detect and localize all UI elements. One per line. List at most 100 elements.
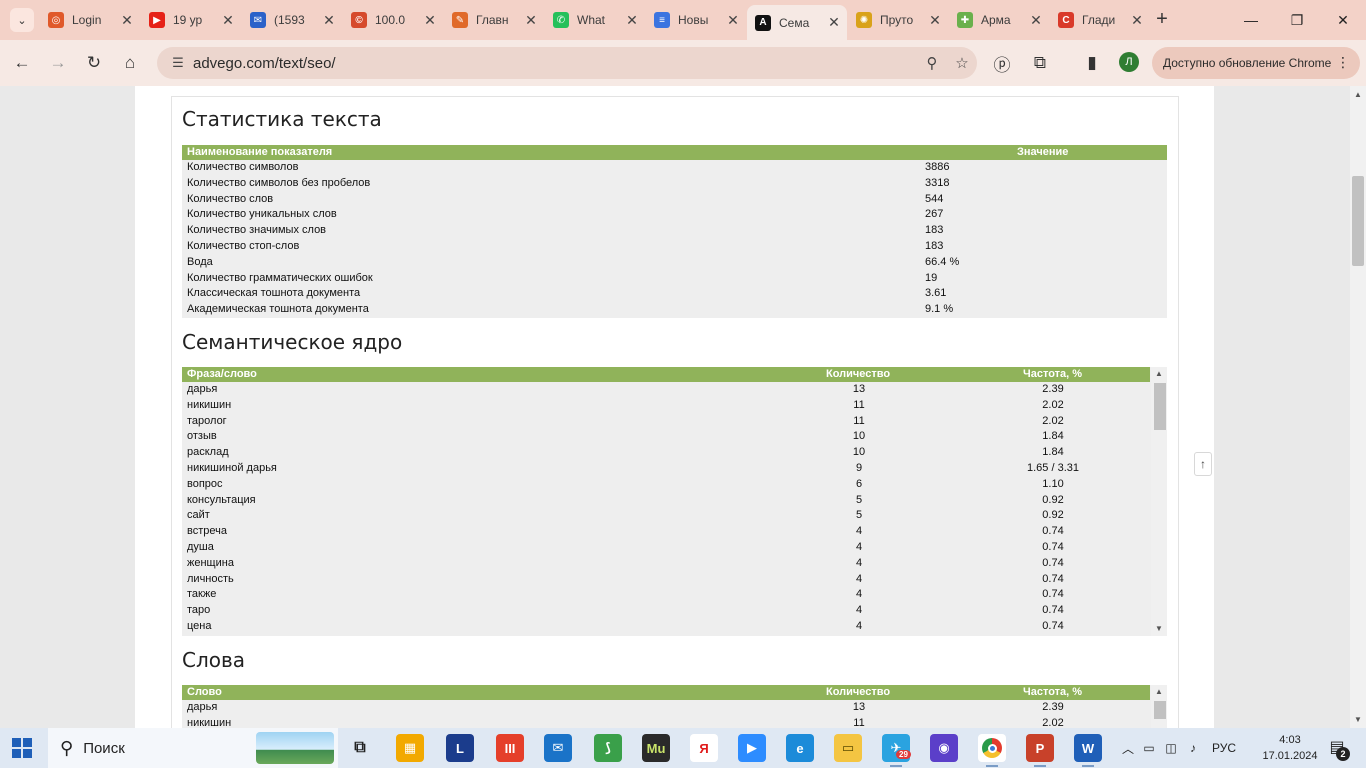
tab-close-icon[interactable]: ✕ — [625, 12, 639, 29]
page-scroll-down-icon[interactable]: ▼ — [1350, 715, 1366, 724]
browser-tab[interactable]: ✚ Арма ✕ — [949, 5, 1049, 35]
chrome-update-button[interactable]: Доступно обновление Chrome ⋮ — [1152, 47, 1360, 79]
browser-tab[interactable]: © 100.0 ✕ — [343, 5, 443, 35]
browser-tab[interactable]: ≡ Новы ✕ — [646, 5, 746, 35]
chrome-icon[interactable] — [978, 734, 1006, 767]
scroll-down-icon[interactable]: ▼ — [1151, 622, 1167, 636]
muse-icon[interactable]: Mu — [642, 734, 670, 762]
back-icon[interactable]: ← — [8, 49, 36, 77]
battery-icon[interactable]: ▭ — [1138, 741, 1160, 755]
extensions-icon[interactable]: ⧉ — [1026, 49, 1054, 77]
tab-close-icon[interactable]: ✕ — [1130, 12, 1144, 29]
language-indicator[interactable]: РУС — [1212, 741, 1236, 755]
semcore-title: Семантическое ядро — [182, 330, 403, 354]
bookmark-star-icon[interactable]: ☆ — [947, 54, 977, 72]
browser-tab[interactable]: ✎ Главн ✕ — [444, 5, 544, 35]
cell-freq: 1.65 / 3.31 — [1027, 461, 1079, 474]
task-view-icon[interactable]: ⧉ — [346, 734, 374, 762]
mail-icon[interactable]: ✉ — [544, 734, 572, 762]
address-bar[interactable]: ☰ advego.com/text/seo/ ⚲ ☆ — [157, 47, 977, 79]
tab-close-icon[interactable]: ✕ — [524, 12, 538, 29]
cell-phrase: отзыв — [187, 430, 217, 443]
browser-tab[interactable]: ◎ Login ✕ — [40, 5, 140, 35]
tab-close-icon[interactable]: ✕ — [120, 12, 134, 29]
browser-tab[interactable]: ✆ What ✕ — [545, 5, 645, 35]
tab-close-icon[interactable]: ✕ — [221, 12, 235, 29]
telegram-icon[interactable]: ✈ 29 — [882, 734, 911, 767]
side-panel-icon[interactable]: ▮ — [1078, 49, 1106, 77]
content-area: Статистика текста Наименование показател… — [135, 86, 1214, 728]
tab-close-icon[interactable]: ✕ — [928, 12, 942, 29]
app-iii-icon[interactable]: III — [496, 734, 524, 762]
semcore-scrollbar[interactable]: ▲ ▼ — [1151, 367, 1167, 636]
taskbar-search[interactable]: ⚲ Поиск — [48, 728, 338, 768]
new-tab-button[interactable]: + — [1150, 8, 1174, 32]
profile-avatar[interactable]: Л — [1119, 52, 1139, 72]
site-info-icon[interactable]: ☰ — [163, 55, 193, 71]
forward-icon[interactable]: → — [44, 49, 72, 77]
cell-count: 11 — [853, 414, 865, 427]
clock[interactable]: 4:03 17.01.2024 — [1262, 732, 1318, 764]
app-purple-icon[interactable]: ◉ — [930, 734, 958, 762]
cell-freq: 0.92 — [1042, 493, 1064, 506]
tab-close-icon[interactable]: ✕ — [423, 12, 437, 29]
words-scroll-thumb[interactable] — [1154, 701, 1166, 719]
cell-freq: 0.74 — [1042, 556, 1064, 569]
update-label: Доступно обновление Chrome — [1163, 56, 1332, 70]
app-l-icon[interactable]: L — [446, 734, 474, 762]
tab-close-icon[interactable]: ✕ — [1029, 12, 1043, 29]
browser-tab[interactable]: ✉ (1593 ✕ — [242, 5, 342, 35]
table-row: никишин 11 2.02 — [182, 716, 1150, 728]
scroll-to-top-button[interactable]: ↑ — [1194, 452, 1212, 476]
tab-close-icon[interactable]: ✕ — [322, 12, 336, 29]
file-explorer-icon[interactable]: ▭ — [834, 734, 862, 762]
tab-close-icon[interactable]: ✕ — [827, 14, 841, 31]
browser-tab[interactable]: A Сема ✕ — [747, 5, 847, 40]
network-icon[interactable]: ◫ — [1160, 741, 1182, 755]
browser-tab[interactable]: C Глади ✕ — [1050, 5, 1150, 35]
page-scrollbar[interactable]: ▲ ▼ — [1350, 86, 1366, 728]
words-header-count: Количество — [826, 686, 891, 698]
cell-freq: 1.10 — [1042, 477, 1064, 490]
zoom-app-icon[interactable]: ▶ — [738, 734, 766, 762]
table-row: цена 4 0.74 — [182, 619, 1150, 635]
semcore-scroll-thumb[interactable] — [1154, 383, 1166, 430]
words-scrollbar[interactable]: ▲ — [1151, 685, 1167, 728]
table-row: Количество символов 3886 — [182, 160, 1167, 176]
store-icon[interactable]: ▦ — [396, 734, 424, 762]
browser-tab[interactable]: ▶ 19 ур ✕ — [141, 5, 241, 35]
app-green-icon[interactable]: ⟆ — [594, 734, 622, 762]
restore-icon[interactable]: ❐ — [1274, 0, 1320, 40]
pinterest-extension-icon[interactable]: ⓟ — [988, 49, 1016, 77]
home-icon[interactable]: ⌂ — [116, 49, 144, 77]
edge-icon[interactable]: e — [786, 734, 814, 762]
powerpoint-icon[interactable]: P — [1026, 734, 1054, 767]
yandex-browser-icon[interactable]: Я — [690, 734, 718, 762]
zoom-icon[interactable]: ⚲ — [917, 54, 947, 72]
windows-start-icon[interactable] — [12, 738, 32, 758]
cell-value: 3886 — [925, 161, 950, 173]
tab-favicon-icon: C — [1058, 12, 1074, 28]
browser-tab[interactable]: ✺ Пруто ✕ — [848, 5, 948, 35]
table-row: Количество грамматических ошибок 19 — [182, 271, 1167, 287]
scroll-up-icon[interactable]: ▲ — [1151, 367, 1167, 381]
reload-icon[interactable]: ↻ — [80, 49, 108, 77]
close-window-icon[interactable]: ✕ — [1320, 0, 1366, 40]
cell-freq: 0.74 — [1042, 525, 1064, 538]
cell-freq: 0.74 — [1042, 604, 1064, 617]
minimize-icon[interactable]: — — [1228, 0, 1274, 40]
cell-phrase: сайт — [187, 509, 210, 522]
speaker-icon[interactable]: ♪ — [1182, 741, 1204, 755]
scroll-up-icon[interactable]: ▲ — [1151, 685, 1167, 699]
tab-search-icon[interactable]: ⌄ — [10, 8, 34, 32]
tab-close-icon[interactable]: ✕ — [726, 12, 740, 29]
word-icon[interactable]: W — [1074, 734, 1102, 767]
menu-dots-icon[interactable]: ⋮ — [1336, 54, 1350, 71]
cell-count: 4 — [855, 540, 863, 553]
page-scroll-up-icon[interactable]: ▲ — [1350, 90, 1366, 99]
cell-value: 3318 — [925, 176, 950, 189]
notifications-icon[interactable]: ▤ 2 — [1326, 737, 1350, 761]
search-icon: ⚲ — [60, 737, 74, 758]
page-scroll-thumb[interactable] — [1352, 176, 1364, 266]
tray-chevron-icon[interactable]: ︿ — [1118, 740, 1138, 757]
